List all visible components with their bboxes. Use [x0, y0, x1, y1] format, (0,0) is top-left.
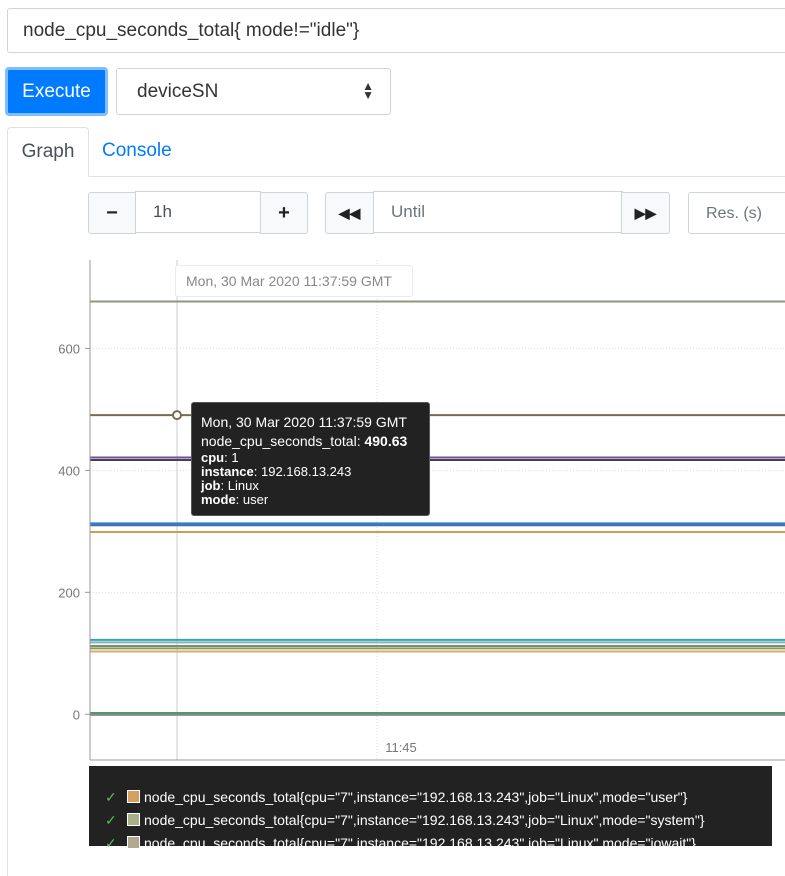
query-input[interactable]: node_cpu_seconds_total{ mode!="idle"} — [7, 8, 785, 53]
x-tick-label: 11:45 — [385, 740, 417, 755]
time-forward-button[interactable]: ▶▶ — [621, 192, 670, 234]
tab-console[interactable]: Console — [102, 140, 172, 162]
legend-swatch-0 — [127, 790, 140, 803]
legend-label: node_cpu_seconds_total{cpu="7",instance=… — [144, 812, 705, 828]
tooltip-time: Mon, 30 Mar 2020 11:37:59 GMT — [201, 414, 407, 430]
time-back-button[interactable]: ◀◀ — [325, 192, 374, 234]
legend-item[interactable]: ✓ node_cpu_seconds_total{cpu="7",instance… — [89, 786, 772, 809]
check-icon: ✓ — [105, 812, 117, 828]
tooltip-label-mode: mode: user — [201, 492, 269, 507]
hover-time-label: Mon, 30 Mar 2020 11:37:59 GMT — [175, 265, 413, 297]
range-decrease-button[interactable]: − — [88, 192, 136, 234]
execute-button[interactable]: Execute — [5, 67, 108, 116]
hover-point — [172, 410, 182, 421]
legend-swatch-1 — [127, 813, 140, 826]
chart-legend: ✓ node_cpu_seconds_total{cpu="7",instance… — [89, 766, 772, 851]
until-input[interactable]: Until — [373, 191, 623, 233]
tooltip-metric: node_cpu_seconds_total — [201, 433, 357, 449]
resolution-input[interactable]: Res. (s) — [688, 192, 785, 234]
range-increase-button[interactable]: + — [260, 192, 308, 234]
tab-graph[interactable]: Graph — [7, 127, 89, 177]
y-tick-label: 0 — [73, 707, 80, 722]
y-tick-label: 200 — [58, 585, 80, 600]
tooltip-label-instance: instance: 192.168.13.243 — [201, 464, 352, 479]
legend-item[interactable]: ✓ node_cpu_seconds_total{cpu="7",instance… — [89, 832, 772, 855]
tooltip-metric-row: node_cpu_seconds_total: 490.63 — [201, 433, 408, 449]
tooltip-label-job: job: Linux — [201, 478, 259, 493]
range-input[interactable]: 1h — [135, 191, 261, 233]
legend-label: node_cpu_seconds_total{cpu="7",instance=… — [144, 835, 696, 851]
y-tick-label: 400 — [58, 463, 80, 478]
tooltip-label-cpu: cpu: 1 — [201, 450, 239, 465]
check-icon: ✓ — [105, 789, 117, 805]
legend-swatch-2 — [127, 836, 140, 849]
legend-label: node_cpu_seconds_total{cpu="7",instance=… — [144, 789, 688, 805]
check-icon: ✓ — [105, 835, 117, 851]
tooltip-value: 490.63 — [364, 433, 408, 449]
chart-tooltip: Mon, 30 Mar 2020 11:37:59 GMT node_cpu_s… — [191, 402, 430, 516]
metric-select[interactable]: deviceSN ▲ ▼ — [116, 68, 391, 115]
legend-item[interactable]: ✓ node_cpu_seconds_total{cpu="7",instance… — [89, 809, 772, 832]
y-tick-label: 600 — [58, 341, 80, 356]
metric-select-value: deviceSN — [137, 81, 219, 102]
select-arrows-icon: ▲ ▼ — [362, 79, 374, 102]
